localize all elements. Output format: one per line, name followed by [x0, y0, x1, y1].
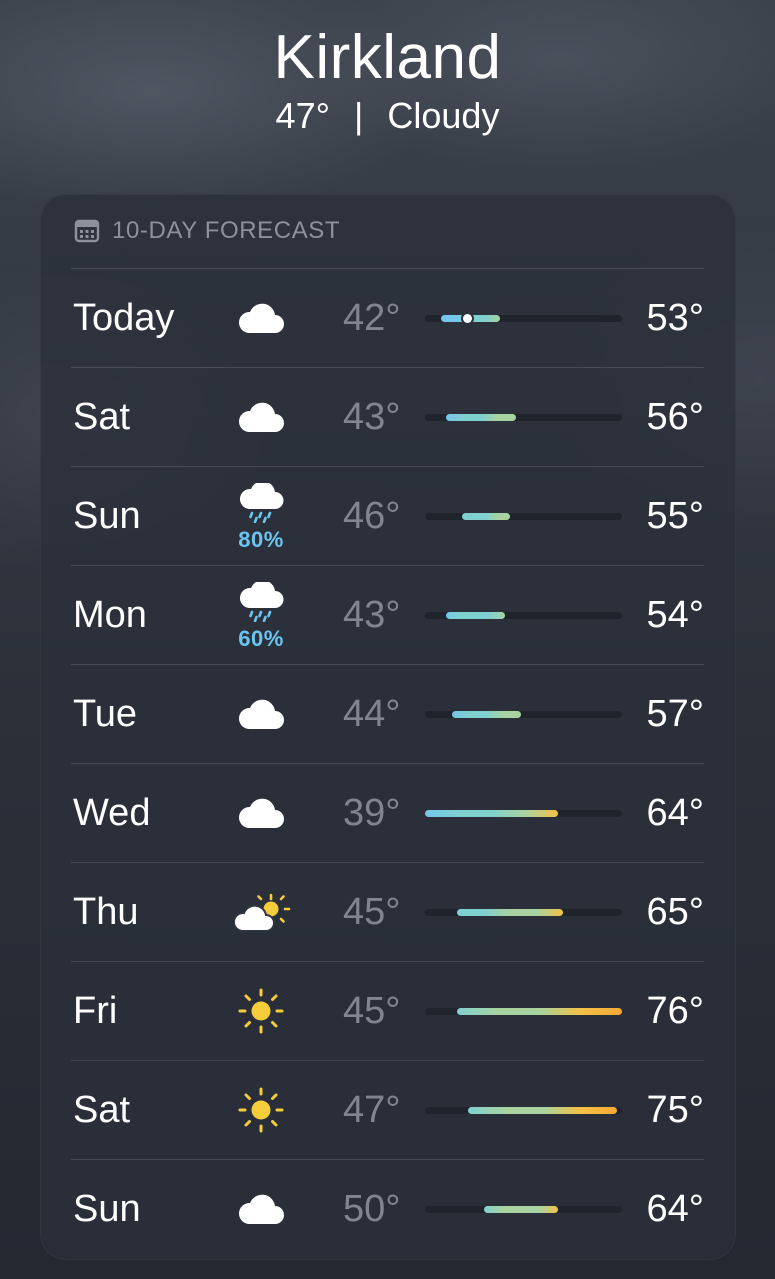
- forecast-row[interactable]: Mon 60% 43° 54°: [71, 565, 704, 664]
- temperature-range-fill: [467, 1107, 617, 1114]
- forecast-row[interactable]: Thu 45° 65°: [71, 862, 704, 961]
- cloud-icon: [231, 1160, 301, 1258]
- temperature-range-bar: [425, 1008, 622, 1015]
- temperature-range-bar: [425, 513, 622, 520]
- temperature-range-fill: [456, 1008, 622, 1015]
- low-temperature: 44°: [343, 693, 401, 735]
- precipitation-chance: 60%: [238, 626, 284, 651]
- temperature-range-fill: [425, 810, 559, 817]
- calendar-icon: [74, 218, 100, 244]
- day-label: Sun: [73, 495, 141, 537]
- precipitation-chance: 80%: [238, 527, 284, 552]
- day-label: Wed: [73, 792, 151, 834]
- temperature-range-bar: [425, 314, 622, 323]
- high-temperature: 75°: [646, 1089, 704, 1131]
- day-label: Sat: [73, 396, 131, 438]
- high-temperature: 64°: [646, 1188, 704, 1230]
- cloud-icon: [231, 764, 301, 862]
- temperature-range-fill: [446, 612, 505, 619]
- high-temperature: 65°: [646, 891, 704, 933]
- low-temperature: 50°: [343, 1188, 401, 1230]
- low-temperature: 39°: [343, 792, 401, 834]
- temperature-range-bar: [425, 909, 622, 916]
- high-temperature: 56°: [646, 396, 704, 438]
- cloud-icon: [231, 368, 301, 466]
- day-label: Tue: [73, 693, 138, 735]
- high-temperature: 57°: [646, 693, 704, 735]
- forecast-row[interactable]: Wed 39° 64°: [71, 763, 704, 862]
- low-temperature: 47°: [343, 1089, 401, 1131]
- day-label: Sun: [73, 1188, 141, 1230]
- low-temperature: 42°: [343, 297, 401, 339]
- low-temperature: 43°: [343, 594, 401, 636]
- cloud-icon: [231, 269, 301, 367]
- sun-icon: [231, 962, 301, 1060]
- temperature-range-bar: [425, 414, 622, 421]
- day-label: Thu: [73, 891, 139, 933]
- temperature-range-bar: [425, 612, 622, 619]
- temperature-range-bar: [425, 711, 622, 718]
- forecast-list: Today 42° 53° Sat 43° 56° Sun 80% 46° 55° Mon 60% 43…: [71, 268, 704, 1258]
- temperature-range-fill: [451, 711, 521, 718]
- temperature-range-fill: [456, 909, 564, 916]
- forecast-header: 10-DAY FORECAST: [74, 216, 340, 246]
- low-temperature: 43°: [343, 396, 401, 438]
- cloud-icon: [231, 665, 301, 763]
- temperature-range-bar: [425, 1107, 622, 1114]
- high-temperature: 53°: [646, 297, 704, 339]
- partly-sunny-icon: [231, 863, 301, 961]
- ten-day-forecast-card[interactable]: 10-DAY FORECAST Today 42° 53° Sat 43° 56° Sun 8…: [40, 194, 736, 1260]
- sun-icon: [231, 1061, 301, 1159]
- current-condition: Cloudy: [387, 95, 500, 136]
- forecast-title: 10-DAY FORECAST: [112, 217, 341, 244]
- cloud-rain-icon: 80%: [231, 467, 301, 565]
- forecast-row[interactable]: Sun 50° 64°: [71, 1159, 704, 1258]
- conditions-separator: |: [354, 95, 364, 136]
- day-label: Mon: [73, 594, 147, 636]
- temperature-range-fill: [462, 513, 511, 520]
- high-temperature: 54°: [646, 594, 704, 636]
- temperature-range-fill: [483, 1206, 559, 1213]
- high-temperature: 76°: [646, 990, 704, 1032]
- forecast-row[interactable]: Sat 47° 75°: [71, 1060, 704, 1159]
- location-header: Kirkland 47° | Cloudy: [0, 22, 775, 138]
- temperature-range-bar: [425, 1206, 622, 1213]
- current-conditions: 47° | Cloudy: [0, 94, 775, 138]
- forecast-row[interactable]: Sun 80% 46° 55°: [71, 466, 704, 565]
- day-label: Fri: [73, 990, 118, 1032]
- forecast-row[interactable]: Sat 43° 56°: [71, 367, 704, 466]
- low-temperature: 46°: [343, 495, 401, 537]
- low-temperature: 45°: [343, 891, 401, 933]
- forecast-row[interactable]: Tue 44° 57°: [71, 664, 704, 763]
- day-label: Sat: [73, 1089, 131, 1131]
- forecast-row[interactable]: Fri 45° 76°: [71, 961, 704, 1060]
- temperature-range-fill: [446, 414, 516, 421]
- current-temperature: 47°: [275, 95, 330, 136]
- cloud-rain-icon: 60%: [231, 566, 301, 664]
- city-name: Kirkland: [273, 23, 502, 92]
- high-temperature: 64°: [646, 792, 704, 834]
- temperature-range-bar: [425, 810, 622, 817]
- low-temperature: 45°: [343, 990, 401, 1032]
- high-temperature: 55°: [646, 495, 704, 537]
- day-label: Today: [73, 297, 175, 339]
- forecast-row[interactable]: Today 42° 53°: [71, 268, 704, 367]
